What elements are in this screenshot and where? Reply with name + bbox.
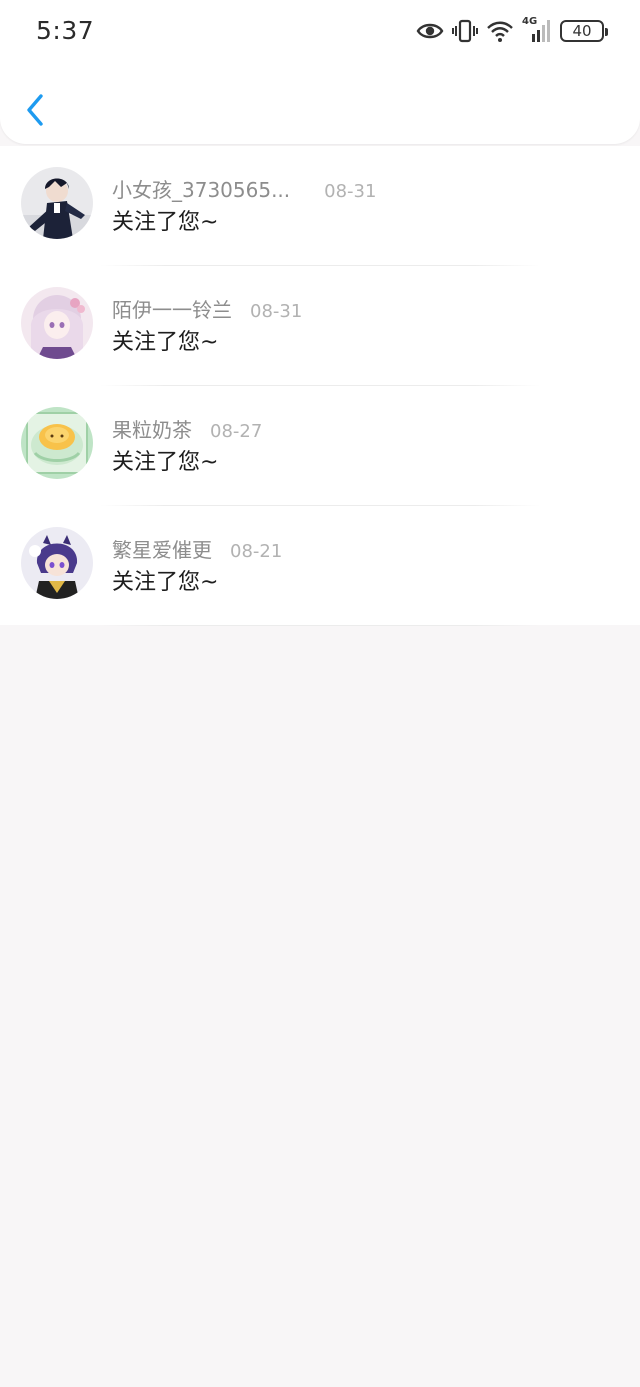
list-item[interactable]: 繁星爱催更 08-21 关注了您~: [0, 506, 640, 626]
chevron-left-icon: [27, 94, 43, 126]
avatar[interactable]: [21, 287, 93, 359]
date: 08-21: [230, 541, 283, 562]
message-text: 关注了您~: [112, 330, 219, 355]
eye-icon: [416, 21, 444, 41]
item-meta: 小女孩_3730565... 08-31: [112, 174, 376, 202]
avatar[interactable]: [21, 167, 93, 239]
battery-icon: 40: [560, 20, 608, 42]
avatar-dark-suit-icon: [21, 167, 93, 239]
divider: [100, 625, 540, 626]
message-text: 关注了您~: [112, 450, 219, 475]
item-meta: 果粒奶茶 08-27: [112, 414, 262, 442]
status-time: 5:37: [36, 16, 95, 45]
avatar-egg-tart-icon: [21, 407, 93, 479]
date: 08-27: [210, 421, 263, 442]
username[interactable]: 果粒奶茶: [112, 414, 192, 443]
message-text: 关注了您~: [112, 570, 219, 595]
status-bar: 5:37 4G 40: [0, 0, 640, 64]
date: 08-31: [250, 301, 303, 322]
item-meta: 繁星爱催更 08-21: [112, 534, 282, 562]
status-icons: 4G 40: [416, 16, 608, 46]
list-item[interactable]: 小女孩_3730565... 08-31 关注了您~: [0, 146, 640, 266]
avatar-purple-hair-icon: [21, 527, 93, 599]
username[interactable]: 陌伊一一铃兰: [112, 294, 232, 323]
username[interactable]: 小女孩_3730565...: [112, 174, 290, 203]
item-meta: 陌伊一一铃兰 08-31: [112, 294, 302, 322]
vibrate-icon: [452, 19, 478, 43]
cellular-signal-icon: 4G: [522, 16, 552, 44]
username[interactable]: 繁星爱催更: [112, 534, 212, 563]
list-item[interactable]: 果粒奶茶 08-27 关注了您~: [0, 386, 640, 506]
avatar[interactable]: [21, 527, 93, 599]
header: 5:37 4G 40: [0, 0, 640, 144]
message-text: 关注了您~: [112, 210, 219, 235]
list-item[interactable]: 陌伊一一铃兰 08-31 关注了您~: [0, 266, 640, 386]
back-button[interactable]: [20, 90, 50, 130]
avatar[interactable]: [21, 407, 93, 479]
battery-level: 40: [572, 21, 592, 40]
notification-list: 小女孩_3730565... 08-31 关注了您~ 陌伊一一铃兰 08-31 …: [0, 146, 640, 626]
date: 08-31: [324, 181, 377, 202]
avatar-lilac-hair-icon: [21, 287, 93, 359]
wifi-icon: [486, 19, 514, 43]
